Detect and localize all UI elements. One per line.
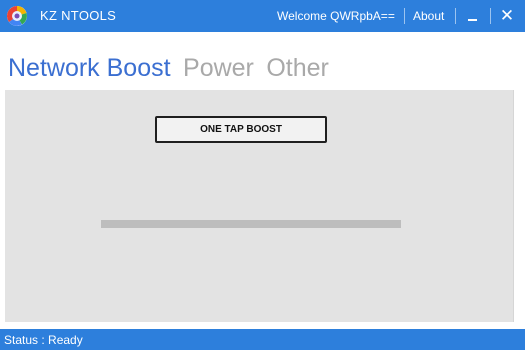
tab-network-boost[interactable]: Network Boost [8, 54, 171, 83]
close-button[interactable]: ✕ [497, 6, 517, 26]
status-bar: Status : Ready [0, 329, 525, 350]
about-link[interactable]: About [413, 9, 444, 23]
status-text: Status : Ready [4, 333, 83, 347]
minimize-icon [468, 19, 477, 21]
tab-other[interactable]: Other [266, 54, 329, 83]
app-window: KZ NTOOLS Welcome QWRpbA== About ✕ Netwo… [0, 0, 525, 350]
app-title: KZ NTOOLS [40, 8, 117, 23]
network-boost-panel: ONE TAP BOOST [5, 90, 514, 322]
title-bar[interactable]: KZ NTOOLS Welcome QWRpbA== About ✕ [0, 0, 525, 32]
one-tap-boost-button[interactable]: ONE TAP BOOST [155, 116, 327, 143]
title-separator [404, 8, 405, 24]
app-logo-icon [6, 5, 28, 27]
tab-power[interactable]: Power [183, 54, 254, 83]
title-separator [455, 8, 456, 24]
close-icon: ✕ [499, 6, 515, 25]
welcome-text: Welcome QWRpbA== [277, 9, 395, 23]
boost-progress-bar [101, 220, 401, 228]
minimize-button[interactable] [463, 6, 483, 26]
tab-bar: Network Boost Power Other [8, 54, 337, 88]
title-separator [490, 8, 491, 24]
